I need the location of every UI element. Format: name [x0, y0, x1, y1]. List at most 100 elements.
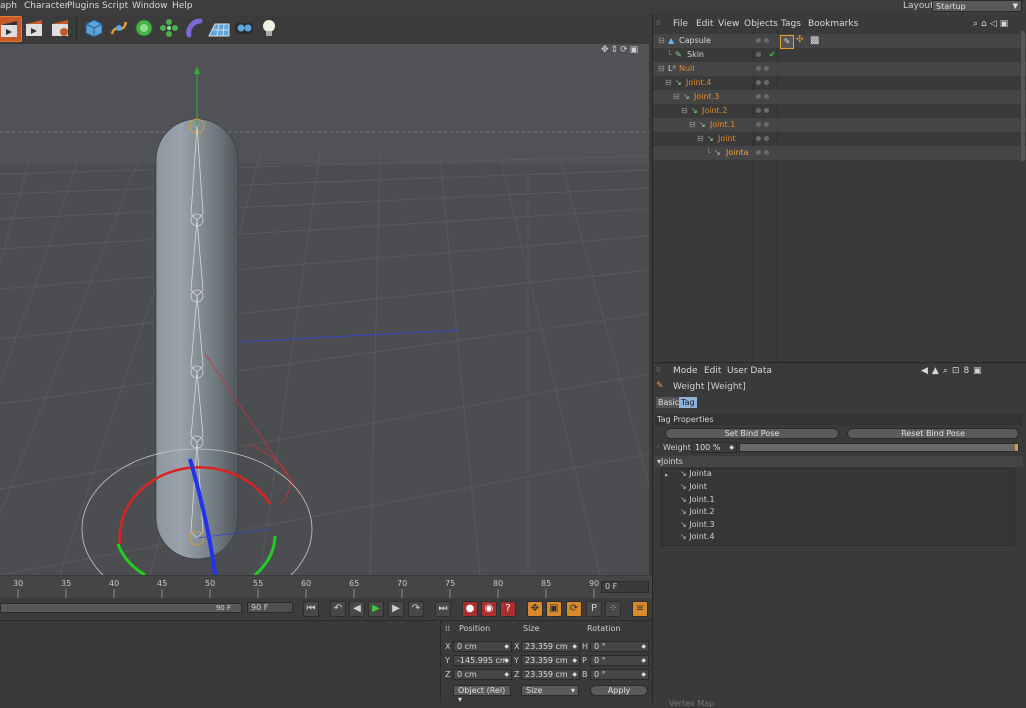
add-generator-button[interactable]	[132, 16, 156, 40]
key-rotation-icon[interactable]: ⟳	[566, 601, 582, 617]
home-icon[interactable]: ⌂	[981, 19, 990, 29]
new-view-icon[interactable]: ▣	[973, 366, 986, 376]
collapse-icon[interactable]: ⊟	[681, 106, 688, 115]
object-row-capsule[interactable]: ⊟ ▲ Capsule ✎ ✣ ▩	[653, 34, 1026, 49]
tab-tag[interactable]: Tag	[679, 397, 697, 408]
object-row-null[interactable]: ⊟ L⁰ Null	[653, 62, 1026, 76]
skin-tag-icon[interactable]: ✣	[796, 35, 804, 45]
previous-key-icon[interactable]: ↶	[330, 601, 346, 617]
menu-window[interactable]: Window	[132, 1, 168, 11]
spinner-icon[interactable]: ◆	[641, 642, 646, 651]
add-spline-button[interactable]	[107, 16, 131, 40]
menu-graph[interactable]: aph	[0, 1, 17, 11]
maximize-view-icon[interactable]: ▣	[630, 45, 641, 55]
joint-list-item[interactable]: ↘ Joint.1	[680, 494, 1014, 506]
object-row-joint1[interactable]: ⊟ ↘ Joint.1	[653, 118, 1026, 132]
visibility-dot[interactable]	[756, 94, 761, 99]
rotation-b-field[interactable]: 0 ° ◆	[590, 669, 649, 680]
render-dot[interactable]	[764, 94, 769, 99]
link-icon[interactable]: 8	[963, 366, 973, 376]
menu-script[interactable]: Script	[102, 1, 128, 11]
visibility-dot[interactable]	[756, 52, 761, 57]
object-row-skin[interactable]: └ ✎ Skin ✔	[653, 48, 1026, 62]
add-cube-button[interactable]	[82, 16, 106, 40]
animate-dot-icon[interactable]: ◦	[656, 443, 660, 451]
up-arrow-icon[interactable]: ▲	[932, 366, 943, 376]
spinner-icon[interactable]: ◆	[641, 656, 646, 665]
om-menu-file[interactable]: File	[673, 19, 688, 29]
visibility-dot[interactable]	[756, 80, 761, 85]
zoom-view-icon[interactable]: ⇕	[611, 45, 621, 55]
menu-help[interactable]: Help	[172, 1, 193, 11]
weight-field[interactable]: 100 % ◆	[691, 442, 737, 453]
spinner-icon[interactable]: ◆	[641, 670, 646, 679]
end-frame-field[interactable]: 90 F	[247, 602, 293, 613]
position-z-field[interactable]: 0 cm ◆	[453, 669, 512, 680]
size-mode-select[interactable]: Size ▾	[521, 685, 579, 696]
move-view-icon[interactable]: ✥	[601, 45, 611, 55]
render-dot[interactable]	[764, 108, 769, 113]
render-dot[interactable]	[764, 66, 769, 71]
spinner-icon[interactable]: ◆	[729, 443, 734, 452]
coordinate-mode-select[interactable]: Object (Rel) ▾	[453, 685, 511, 704]
capsule-mesh[interactable]	[155, 118, 239, 560]
spinner-icon[interactable]: ◆	[572, 642, 577, 651]
collapse-icon[interactable]: ⊟	[658, 64, 665, 73]
om-menu-tags[interactable]: Tags	[781, 19, 801, 29]
new-view-icon[interactable]: ▣	[1000, 19, 1012, 29]
timeline-scrubber[interactable]: 90 F	[0, 603, 242, 613]
render-dot[interactable]	[764, 150, 769, 155]
render-dot[interactable]	[764, 38, 769, 43]
key-scale-icon[interactable]: ▣	[546, 601, 562, 617]
go-to-start-icon[interactable]: ⏮	[303, 601, 319, 617]
weight-slider-handle[interactable]	[1015, 444, 1018, 451]
checker-tag-icon[interactable]: ▩	[810, 35, 819, 46]
expand-arrow-icon[interactable]: ▸	[665, 471, 669, 479]
collapse-icon[interactable]: ⊟	[673, 92, 680, 101]
spinner-icon[interactable]: ◆	[504, 656, 509, 665]
render-dot[interactable]	[764, 136, 769, 141]
joint-list-item[interactable]: ↘ Joint.2	[680, 506, 1014, 518]
joint-list-item[interactable]: ↘ Joint	[680, 481, 1014, 493]
rotate-view-icon[interactable]: ⟳	[620, 45, 630, 55]
om-menu-objects[interactable]: Objects	[744, 19, 778, 29]
add-array-button[interactable]	[157, 16, 181, 40]
collapse-icon[interactable]: ⊟	[689, 120, 696, 129]
tab-basic[interactable]: Basic	[656, 397, 682, 408]
visibility-dot[interactable]	[756, 38, 761, 43]
scrollbar[interactable]	[1021, 31, 1025, 161]
go-to-end-icon[interactable]: ⏭	[435, 601, 451, 617]
om-menu-edit[interactable]: Edit	[696, 19, 713, 29]
layout-select[interactable]: Startup ▼	[932, 0, 1022, 12]
render-settings-button[interactable]	[48, 16, 72, 40]
position-x-field[interactable]: 0 cm ◆	[453, 641, 512, 652]
lock-icon[interactable]: ⊡	[952, 366, 964, 376]
joints-section[interactable]: ▾Joints	[655, 456, 1023, 467]
visibility-dot[interactable]	[756, 108, 761, 113]
add-scene-button[interactable]	[207, 16, 231, 40]
joint-list-item[interactable]: ↘ Joint.4	[680, 531, 1014, 543]
weight-tag-icon[interactable]: ✎	[780, 35, 794, 49]
search-icon[interactable]: ⌕	[973, 19, 981, 29]
key-position-icon[interactable]: ✥	[527, 601, 543, 617]
collapse-icon[interactable]: ⊟	[658, 36, 665, 45]
apply-button[interactable]: Apply	[590, 685, 648, 696]
visibility-dot[interactable]	[756, 136, 761, 141]
size-y-field[interactable]: 23.359 cm ◆	[521, 655, 580, 666]
timeline-ruler[interactable]: 30 35 40 45 50 55 60 65 70 75 80 85 90	[0, 576, 652, 598]
key-point-level-icon[interactable]: ⁘	[605, 601, 621, 617]
next-key-icon[interactable]: ↷	[408, 601, 424, 617]
reset-bind-pose-button[interactable]: Reset Bind Pose	[847, 428, 1019, 439]
record-keys-icon[interactable]: ●	[462, 601, 478, 617]
size-z-field[interactable]: 23.359 cm ◆	[521, 669, 580, 680]
object-row-joint3[interactable]: ⊟ ↘ Joint.3	[653, 90, 1026, 104]
am-menu-edit[interactable]: Edit	[704, 366, 721, 376]
am-menu-mode[interactable]: Mode	[673, 366, 698, 376]
autokey-icon[interactable]: ◉	[481, 601, 497, 617]
key-parameter-icon[interactable]: P	[586, 601, 602, 617]
om-menu-view[interactable]: View	[718, 19, 739, 29]
back-icon[interactable]: ◁	[990, 19, 1000, 29]
render-dot[interactable]	[764, 80, 769, 85]
render-dot[interactable]	[764, 122, 769, 127]
check-icon[interactable]: ✔	[769, 50, 776, 59]
